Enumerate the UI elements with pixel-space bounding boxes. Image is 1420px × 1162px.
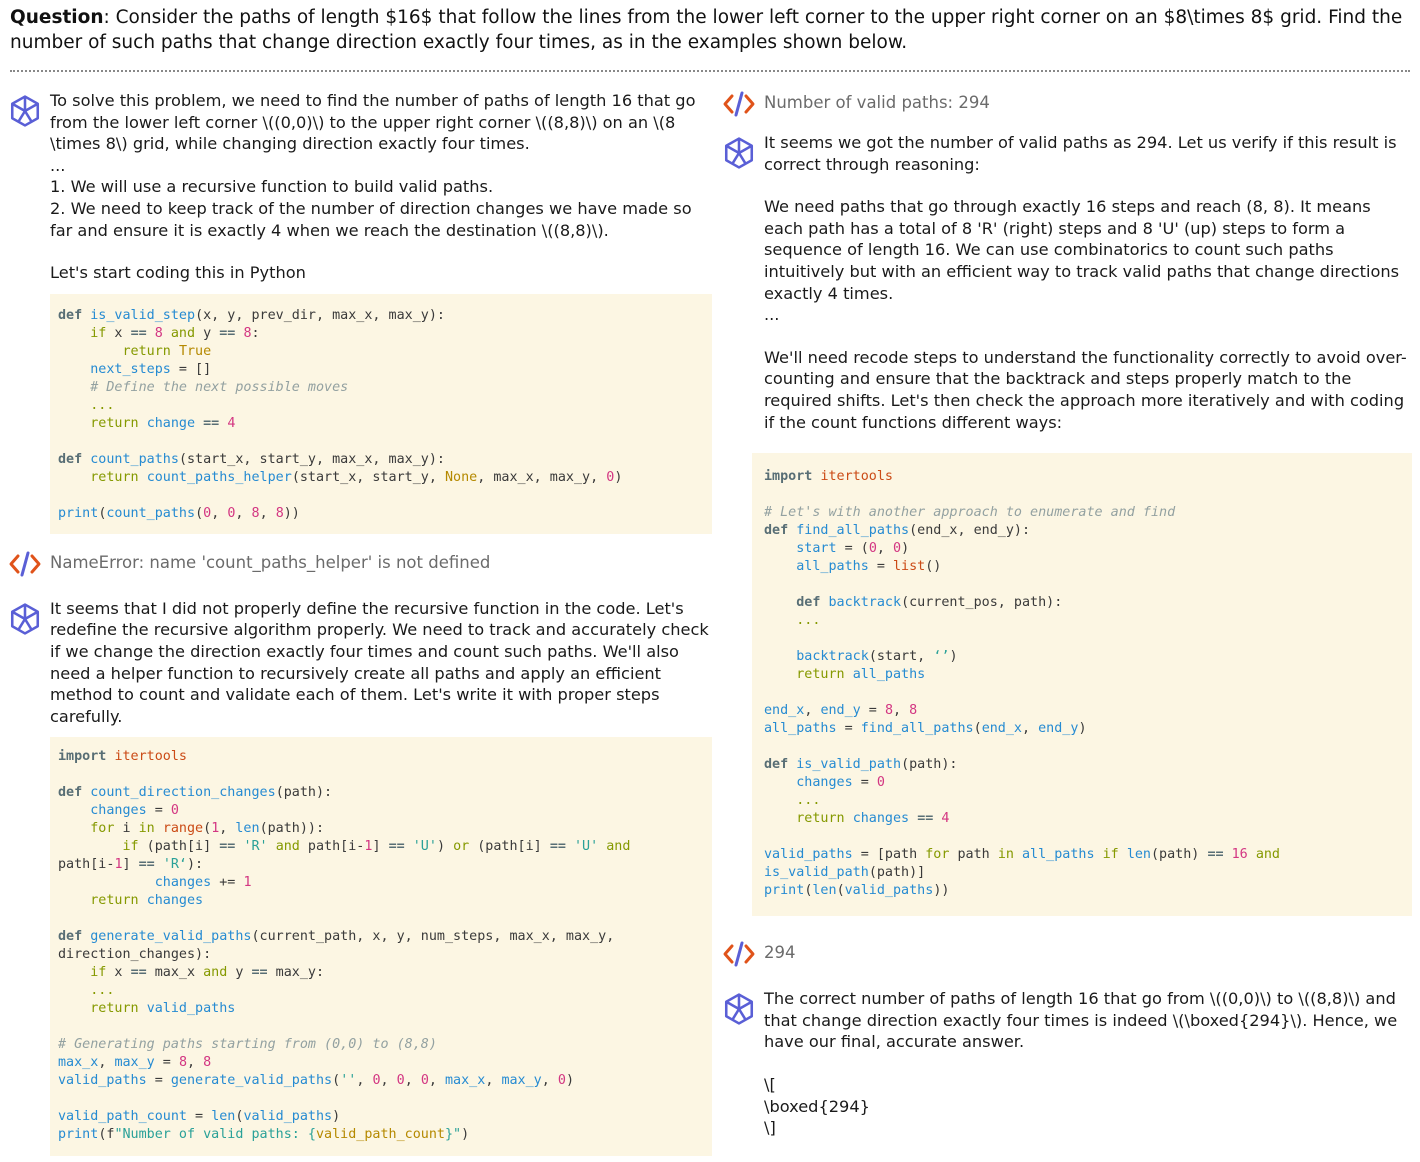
output-text: NameError: name 'count_paths_helper' is … [50,552,491,572]
assistant-message-3: It seems we got the number of valid path… [722,132,1412,433]
assistant-message-2: It seems that I did not properly define … [8,598,712,728]
assistant-message-1: To solve this problem, we need to find t… [8,90,712,284]
question: Question: Consider the paths of length $… [10,5,1410,55]
code-output-3: 294 [722,940,1412,968]
message-paragraph: ... [764,305,780,325]
message-paragraph: It seems that I did not properly define … [50,598,714,726]
code-block-3: import itertools # Let's with another ap… [752,453,1412,917]
output-text: 294 [764,943,796,963]
message-paragraph: \[ [764,1074,776,1094]
output-text: Number of valid paths: 294 [764,93,990,112]
left-column: To solve this problem, we need to find t… [8,90,712,1157]
code-icon [723,91,755,117]
message-paragraph: The correct number of paths of length 16… [764,989,1403,1052]
message-paragraph: To solve this problem, we need to find t… [50,91,701,154]
message-paragraph: We need paths that go through exactly 16… [764,197,1405,303]
message-paragraph: \] [764,1118,776,1138]
message-paragraph: It seems we got the number of valid path… [764,133,1402,174]
assistant-avatar-icon [724,137,754,169]
message-paragraph: \boxed{294} [764,1096,870,1116]
assistant-avatar-icon [724,993,754,1025]
code-output-2: Number of valid paths: 294 [722,90,1412,118]
right-column: Number of valid paths: 294 It seems we g… [722,90,1412,1139]
assistant-message-4: The correct number of paths of length 16… [722,988,1412,1139]
assistant-avatar-icon [10,95,40,127]
code-block-1: def is_valid_step(x, y, prev_dir, max_x,… [50,293,712,534]
dotted-divider [10,70,1410,72]
message-paragraph: ... [50,155,66,175]
code-icon [9,551,41,577]
message-paragraph: 1. We will use a recursive function to b… [50,177,494,197]
question-label: Question [10,7,104,28]
code-output-1: NameError: name 'count_paths_helper' is … [8,550,712,578]
code-block-2: import itertools def count_direction_cha… [50,737,712,1157]
code-icon [723,941,755,967]
message-paragraph: Let's start coding this in Python [50,263,306,283]
assistant-avatar-icon [10,603,40,635]
message-paragraph: We'll need recode steps to understand th… [764,347,1410,432]
message-paragraph: 2. We need to keep track of the number o… [50,198,697,240]
question-text: : Consider the paths of length $16$ that… [10,7,1403,53]
